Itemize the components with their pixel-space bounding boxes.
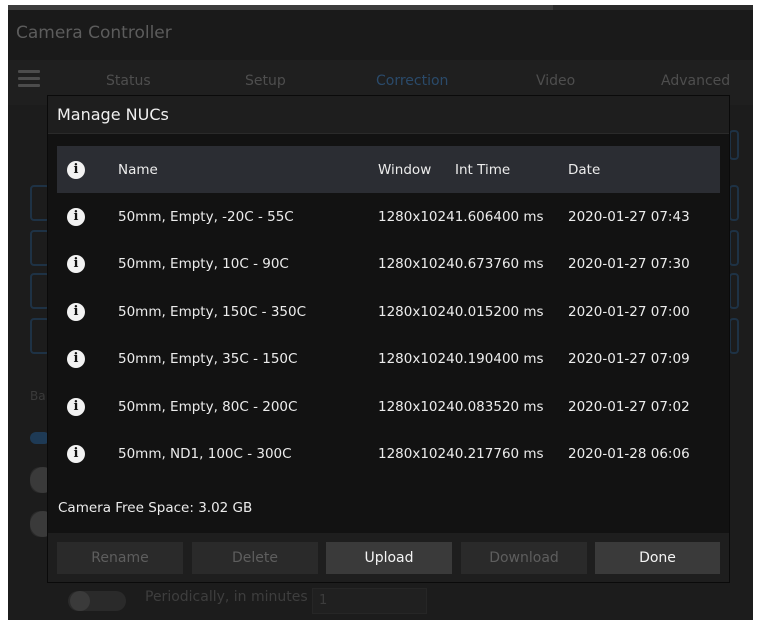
tab-setup[interactable]: Setup bbox=[245, 73, 286, 89]
dialog-footer: Rename Delete Upload Download Done bbox=[48, 533, 729, 582]
nuc-name: 50mm, Empty, 10C - 90C bbox=[118, 256, 289, 273]
periodic-label: Periodically, in minutes bbox=[145, 589, 308, 605]
nuc-name: 50mm, ND1, 100C - 300C bbox=[118, 446, 292, 463]
nuc-name: 50mm, Empty, -20C - 55C bbox=[118, 208, 294, 225]
bg-control bbox=[30, 230, 50, 266]
nuc-window: 1280x1024 bbox=[378, 351, 455, 368]
dialog-title: Manage NUCs bbox=[57, 105, 169, 124]
table-row[interactable]: i 50mm, Empty, 80C - 200C 1280x10240.083… bbox=[57, 383, 720, 431]
info-icon: i bbox=[67, 160, 85, 179]
nuc-int-time: 0.190400 ms bbox=[454, 351, 544, 368]
table-row[interactable]: i 50mm, Empty, 10C - 90C 1280x10240.6737… bbox=[57, 241, 720, 289]
table-row[interactable]: i 50mm, Empty, 150C - 350C 1280x10240.01… bbox=[57, 288, 720, 336]
bg-toggle bbox=[30, 467, 56, 493]
column-header-name[interactable]: Name bbox=[118, 162, 158, 178]
column-header-window[interactable]: Window bbox=[378, 162, 431, 178]
nuc-window: 1280x1024 bbox=[378, 208, 455, 225]
info-icon[interactable]: i bbox=[67, 350, 85, 369]
dialog-header: Manage NUCs bbox=[48, 96, 729, 134]
nuc-date: 2020-01-27 07:00 bbox=[568, 303, 690, 320]
bg-control bbox=[729, 230, 739, 266]
nuc-int-time: 0.015200 ms bbox=[454, 303, 544, 320]
upload-button[interactable]: Upload bbox=[326, 542, 452, 574]
manage-nucs-dialog: Manage NUCs i Name Window Int Time Date … bbox=[48, 96, 729, 582]
bg-control bbox=[729, 273, 739, 309]
camera-free-space: Camera Free Space: 3.02 GB bbox=[58, 500, 253, 516]
nuc-name: 50mm, Empty, 150C - 350C bbox=[118, 303, 307, 320]
table-header: i Name Window Int Time Date bbox=[57, 146, 720, 193]
nuc-int-time: 1.606400 ms bbox=[454, 208, 544, 225]
info-icon[interactable]: i bbox=[67, 207, 85, 226]
table-row[interactable]: i 50mm, ND1, 100C - 300C 1280x10240.2177… bbox=[57, 431, 720, 479]
nuc-window: 1280x1024 bbox=[378, 256, 455, 273]
nuc-name: 50mm, Empty, 80C - 200C bbox=[118, 398, 298, 415]
periodic-toggle[interactable] bbox=[68, 591, 126, 611]
tab-correction[interactable]: Correction bbox=[376, 73, 448, 89]
rename-button[interactable]: Rename bbox=[57, 542, 183, 574]
bg-control bbox=[30, 318, 50, 354]
top-strip bbox=[8, 5, 753, 10]
nuc-table: i Name Window Int Time Date i 50mm, Empt… bbox=[57, 146, 720, 478]
table-row[interactable]: i 50mm, Empty, 35C - 150C 1280x10240.190… bbox=[57, 336, 720, 384]
app-title: Camera Controller bbox=[16, 23, 172, 43]
info-icon[interactable]: i bbox=[67, 445, 85, 464]
info-icon[interactable]: i bbox=[67, 302, 85, 321]
bg-control bbox=[30, 273, 50, 309]
nuc-window: 1280x1024 bbox=[378, 398, 455, 415]
nuc-int-time: 0.217760 ms bbox=[454, 446, 544, 463]
nuc-window: 1280x1024 bbox=[378, 303, 455, 320]
tab-advanced[interactable]: Advanced bbox=[661, 73, 730, 89]
download-button[interactable]: Download bbox=[461, 542, 587, 574]
periodic-input[interactable]: 1 bbox=[312, 588, 427, 614]
nuc-name: 50mm, Empty, 35C - 150C bbox=[118, 351, 298, 368]
column-header-date[interactable]: Date bbox=[568, 162, 600, 178]
column-header-int-time[interactable]: Int Time bbox=[455, 162, 510, 178]
nuc-date: 2020-01-27 07:02 bbox=[568, 398, 690, 415]
bg-control bbox=[729, 130, 739, 160]
info-icon[interactable]: i bbox=[67, 255, 85, 274]
tab-video[interactable]: Video bbox=[536, 73, 575, 89]
done-button[interactable]: Done bbox=[595, 542, 720, 574]
nuc-window: 1280x1024 bbox=[378, 446, 455, 463]
bg-ba-label: Ba bbox=[30, 389, 46, 403]
info-icon[interactable]: i bbox=[67, 397, 85, 416]
tab-status[interactable]: Status bbox=[106, 73, 151, 89]
bg-control bbox=[729, 185, 739, 221]
nuc-date: 2020-01-27 07:43 bbox=[568, 208, 690, 225]
bg-control bbox=[30, 185, 50, 221]
nuc-date: 2020-01-28 06:06 bbox=[568, 446, 690, 463]
nuc-int-time: 0.083520 ms bbox=[454, 398, 544, 415]
menu-icon[interactable] bbox=[18, 70, 40, 88]
nuc-int-time: 0.673760 ms bbox=[454, 256, 544, 273]
table-row[interactable]: i 50mm, Empty, -20C - 55C 1280x10241.606… bbox=[57, 193, 720, 241]
bg-toggle bbox=[30, 432, 50, 444]
delete-button[interactable]: Delete bbox=[192, 542, 318, 574]
bg-toggle bbox=[30, 511, 56, 537]
bg-control bbox=[729, 318, 739, 354]
nuc-date: 2020-01-27 07:30 bbox=[568, 256, 690, 273]
nuc-date: 2020-01-27 07:09 bbox=[568, 351, 690, 368]
